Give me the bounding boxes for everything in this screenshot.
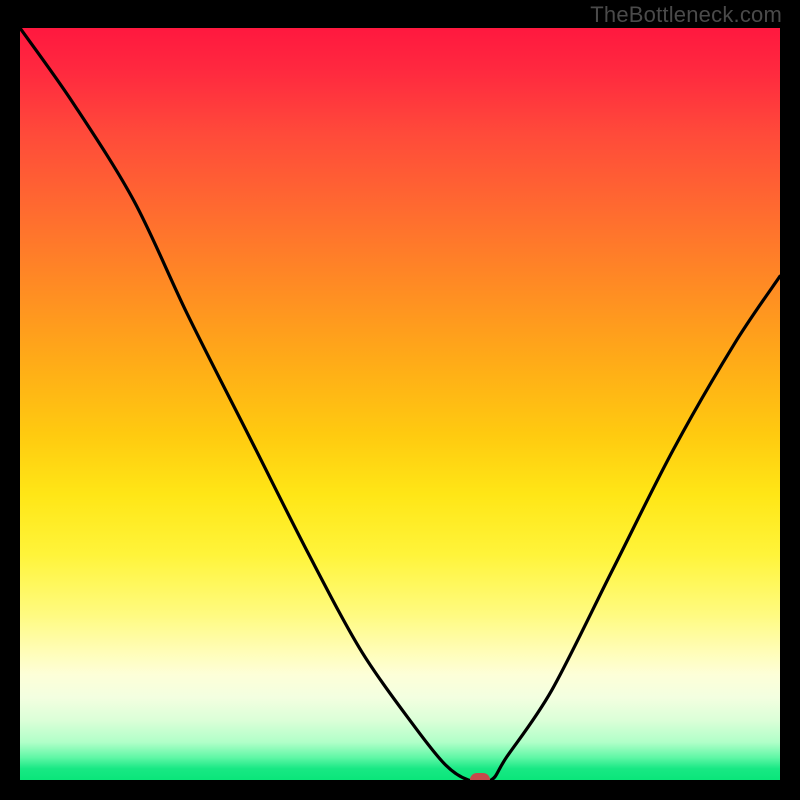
plot-area	[20, 28, 780, 780]
optimal-point-marker	[470, 773, 490, 780]
chart-frame: TheBottleneck.com	[0, 0, 800, 800]
bottleneck-curve	[20, 28, 780, 780]
watermark-text: TheBottleneck.com	[590, 2, 782, 28]
curve-path	[20, 28, 780, 780]
